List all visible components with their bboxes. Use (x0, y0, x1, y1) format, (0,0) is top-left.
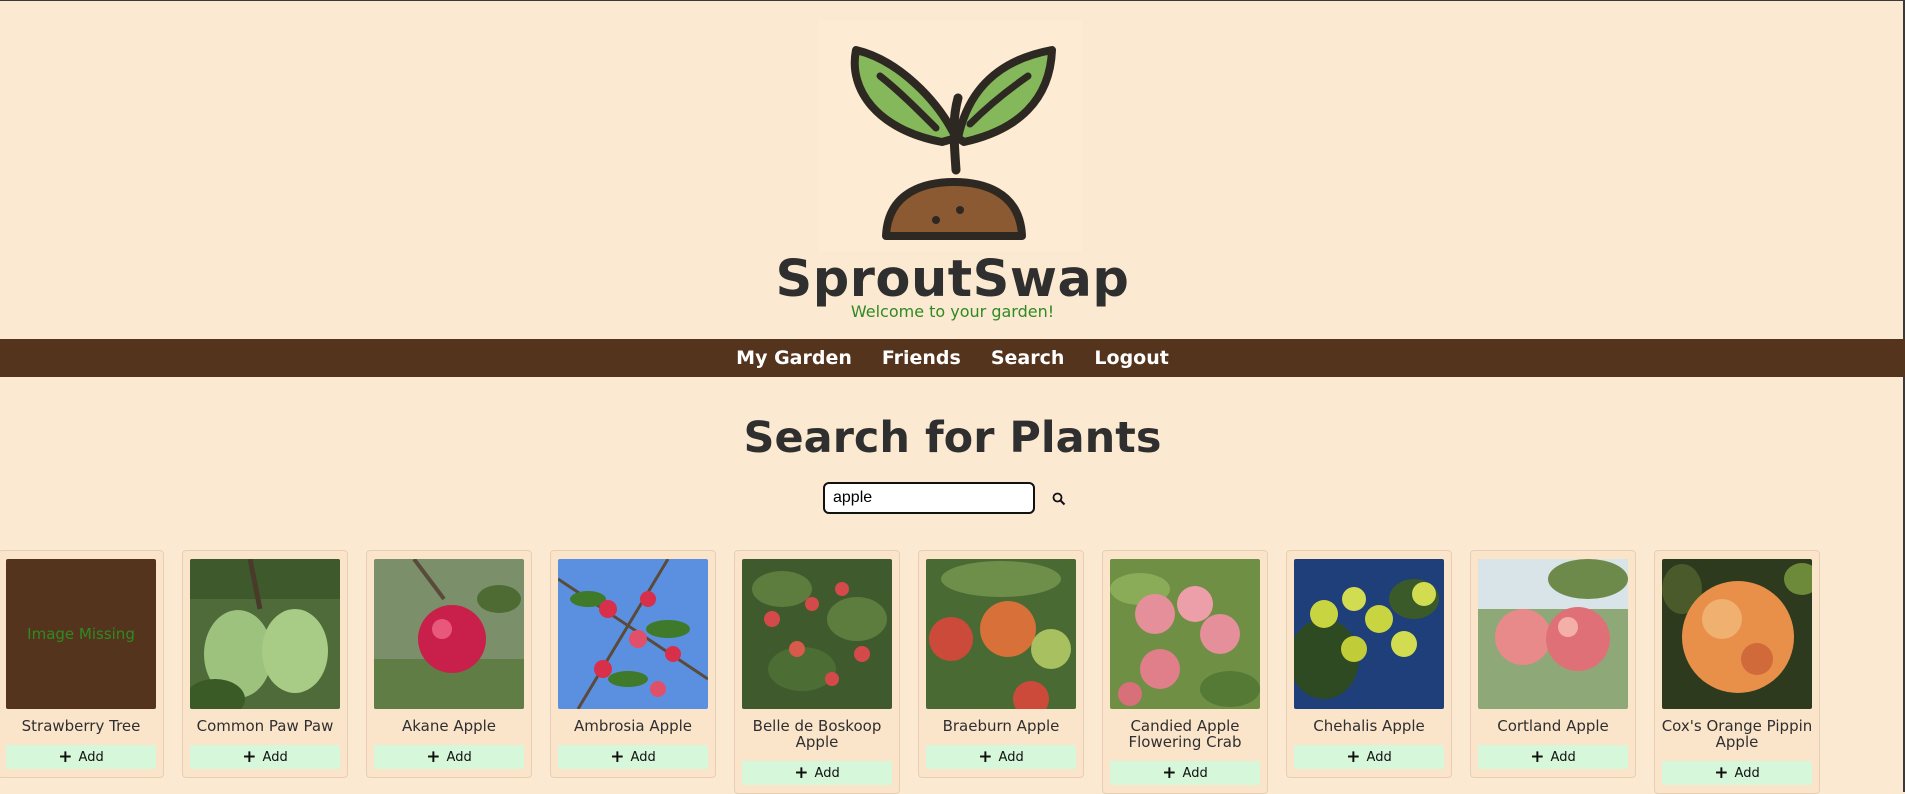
add-button-label: Add (78, 749, 104, 765)
add-button-label: Add (446, 749, 472, 765)
plant-image (190, 559, 340, 709)
plus-icon: + (978, 746, 993, 767)
plant-image (1478, 559, 1628, 709)
plus-icon: + (610, 746, 625, 767)
plant-card: Belle de Boskoop Apple + Add (734, 550, 900, 794)
add-plant-button[interactable]: + Add (1110, 761, 1260, 785)
plant-name: Braeburn Apple (942, 717, 1060, 735)
add-button-label: Add (262, 749, 288, 765)
add-button-label: Add (630, 749, 656, 765)
plus-icon: + (426, 746, 441, 767)
plant-card: Image Missing Strawberry Tree + Add (0, 550, 164, 778)
plant-name: Belle de Boskoop Apple (752, 717, 882, 751)
plant-name: Cortland Apple (1497, 717, 1609, 735)
plant-name: Ambrosia Apple (573, 717, 693, 735)
sprout-logo (818, 20, 1082, 252)
add-plant-button[interactable]: + Add (1478, 745, 1628, 769)
add-plant-button[interactable]: + Add (374, 745, 524, 769)
plant-image (374, 559, 524, 709)
add-plant-button[interactable]: + Add (926, 745, 1076, 769)
plus-icon: + (242, 746, 257, 767)
plant-image: Image Missing (6, 559, 156, 709)
plant-image (1110, 559, 1260, 709)
plus-icon: + (1162, 762, 1177, 783)
page-title: Search for Plants (743, 413, 1162, 463)
add-button-label: Add (1550, 749, 1576, 765)
red-apple-image (374, 559, 524, 709)
plant-name: Cox's Orange Pippin Apple (1661, 717, 1813, 751)
plant-card: Common Paw Paw + Add (182, 550, 348, 778)
add-plant-button[interactable]: + Add (1662, 761, 1812, 785)
plant-name: Chehalis Apple (1313, 717, 1425, 735)
search-input[interactable] (823, 482, 1035, 514)
plant-card: Braeburn Apple + Add (918, 550, 1084, 778)
plus-icon: + (1714, 762, 1729, 783)
main-nav: My Garden Friends Search Logout (0, 339, 1905, 377)
plus-icon: + (1530, 746, 1545, 767)
nav-logout[interactable]: Logout (1094, 347, 1168, 369)
search-icon (1052, 492, 1066, 506)
add-plant-button[interactable]: + Add (742, 761, 892, 785)
add-plant-button[interactable]: + Add (1294, 745, 1444, 769)
nav-my-garden[interactable]: My Garden (736, 347, 852, 369)
two-apples-image (1478, 559, 1628, 709)
plant-image (1294, 559, 1444, 709)
plant-card: Akane Apple + Add (366, 550, 532, 778)
apples-sky-image (558, 559, 708, 709)
image-missing-placeholder: Image Missing (6, 559, 156, 709)
plus-icon: + (794, 762, 809, 783)
plant-name: Candied Apple Flowering Crab (1128, 717, 1242, 751)
app-title: SproutSwap (775, 250, 1130, 309)
nav-friends[interactable]: Friends (882, 347, 961, 369)
add-button-label: Add (1366, 749, 1392, 765)
plant-card: Cortland Apple + Add (1470, 550, 1636, 778)
sprout-icon (850, 46, 1056, 240)
plant-card: Cox's Orange Pippin Apple + Add (1654, 550, 1820, 794)
add-plant-button[interactable]: + Add (558, 745, 708, 769)
apple-tree-image (742, 559, 892, 709)
pawpaw-image (190, 559, 340, 709)
plant-card: Ambrosia Apple + Add (550, 550, 716, 778)
plant-image (558, 559, 708, 709)
plant-image (742, 559, 892, 709)
search-results: Image Missing Strawberry Tree + Add Comm… (0, 550, 1905, 794)
pink-apples-image (1110, 559, 1260, 709)
add-button-label: Add (998, 749, 1024, 765)
add-button-label: Add (814, 765, 840, 781)
search-button[interactable] (1048, 488, 1070, 510)
tagline: Welcome to your garden! (850, 302, 1055, 321)
add-plant-button[interactable]: + Add (190, 745, 340, 769)
add-plant-button[interactable]: + Add (6, 745, 156, 769)
nav-search[interactable]: Search (991, 347, 1065, 369)
green-apples-image (1294, 559, 1444, 709)
orange-apple-image (1662, 559, 1812, 709)
apple-cluster-image (926, 559, 1076, 709)
add-button-label: Add (1734, 765, 1760, 781)
plant-card: Chehalis Apple + Add (1286, 550, 1452, 778)
plant-image (926, 559, 1076, 709)
plus-icon: + (1346, 746, 1361, 767)
plant-name: Strawberry Tree (21, 717, 141, 735)
site-header: SproutSwap Welcome to your garden! (0, 0, 1905, 340)
plant-card: Candied Apple Flowering Crab + Add (1102, 550, 1268, 794)
plant-name: Akane Apple (401, 717, 497, 735)
add-button-label: Add (1182, 765, 1208, 781)
plant-name: Common Paw Paw (196, 717, 334, 735)
plant-image (1662, 559, 1812, 709)
plus-icon: + (58, 746, 73, 767)
